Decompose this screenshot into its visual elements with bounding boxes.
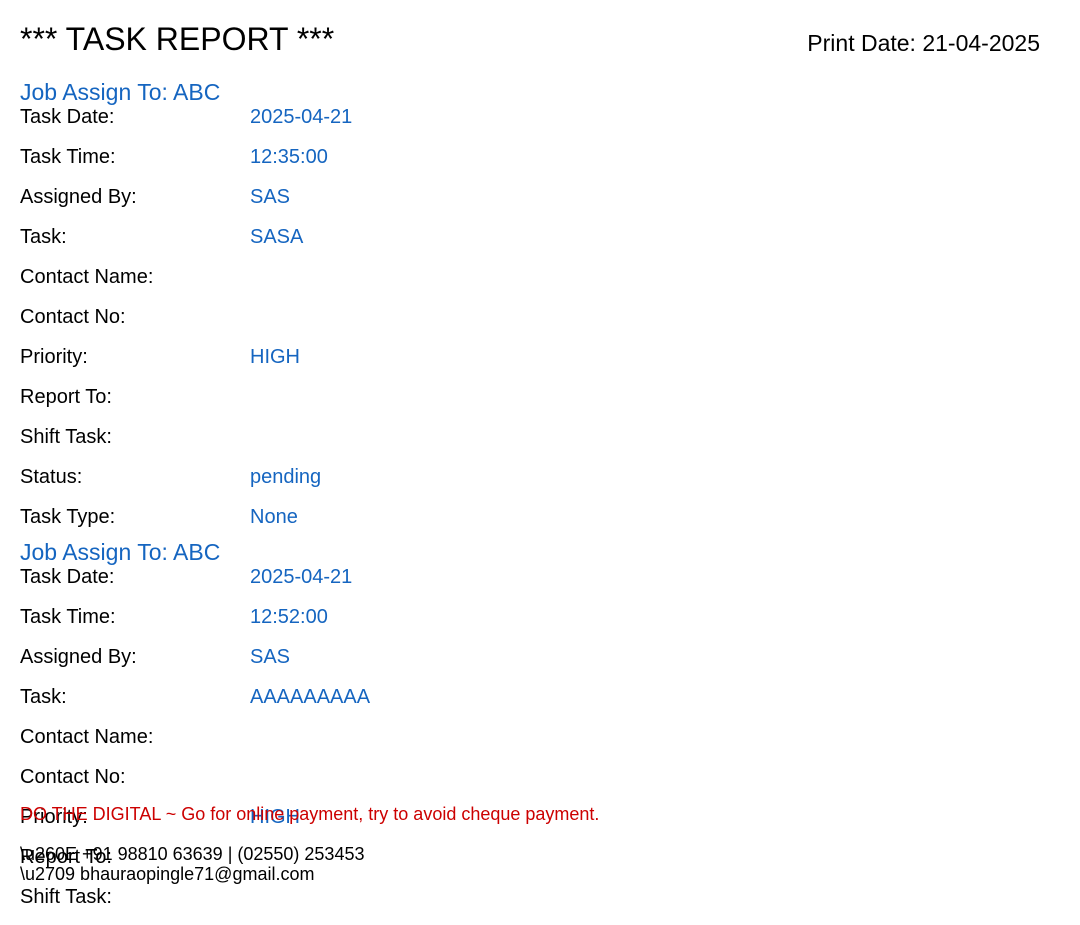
status-row: Status: pending — [20, 465, 720, 505]
task-row: Task: AAAAAAAAA — [20, 685, 720, 725]
task-value: SASA — [250, 226, 304, 248]
status-label: Status: — [20, 466, 83, 488]
task-value: AAAAAAAAA — [250, 686, 371, 708]
priority-row: Priority: HIGH — [20, 345, 720, 385]
assigned-by-row: Assigned By: SAS — [20, 185, 720, 225]
task-date-label: Task Date: — [20, 106, 115, 128]
task-date-row: Task Date: 2025-04-21 — [20, 105, 720, 145]
payment-note: DO THE DIGITAL ~ Go for online payment, … — [20, 804, 600, 824]
assigned-by-value: SAS — [250, 186, 291, 208]
task-time-value: 12:52:00 — [250, 606, 328, 628]
priority-value: HIGH — [250, 346, 300, 368]
page-title: *** TASK REPORT *** — [20, 21, 335, 57]
contact-name-row: Contact Name: — [20, 725, 720, 765]
task-date-label: Task Date: — [20, 566, 115, 588]
contact-no-row: Contact No: — [20, 765, 720, 805]
assigned-by-label: Assigned By: — [20, 646, 137, 668]
task-time-label: Task Time: — [20, 146, 116, 168]
contact-no-label: Contact No: — [20, 306, 126, 328]
job-assign-heading: Job Assign To: ABC — [20, 79, 221, 105]
task-date-value: 2025-04-21 — [250, 566, 353, 588]
task-label: Task: — [20, 226, 67, 248]
assigned-by-row: Assigned By: SAS — [20, 645, 720, 685]
task-type-label: Task Type: — [20, 506, 116, 528]
print-date: Print Date: 21-04-2025 — [807, 30, 1040, 56]
task-time-value: 12:35:00 — [250, 146, 328, 168]
task-time-label: Task Time: — [20, 606, 116, 628]
assigned-by-value: SAS — [250, 646, 291, 668]
task-time-row: Task Time: 12:35:00 — [20, 145, 720, 185]
task-date-value: 2025-04-21 — [250, 106, 353, 128]
footer-phone: \u260E +91 98810 63639 | (02550) 253453 — [20, 844, 365, 864]
task-type-value: None — [250, 506, 298, 528]
contact-no-label: Contact No: — [20, 766, 126, 788]
task-block: Job Assign To: ABC Task Date: 2025-04-21… — [20, 79, 720, 545]
footer-email: \u2709 bhauraopingle71@gmail.com — [20, 864, 315, 884]
status-value: pending — [250, 466, 322, 488]
assigned-by-label: Assigned By: — [20, 186, 137, 208]
priority-label: Priority: — [20, 346, 88, 368]
contact-name-label: Contact Name: — [20, 726, 154, 748]
contact-name-label: Contact Name: — [20, 266, 154, 288]
shift-task-row: Shift Task: — [20, 425, 720, 465]
shift-task-label: Shift Task: — [20, 426, 112, 448]
contact-no-row: Contact No: — [20, 305, 720, 345]
contact-name-row: Contact Name: — [20, 265, 720, 305]
report-to-label: Report To: — [20, 386, 112, 408]
task-date-row: Task Date: 2025-04-21 — [20, 565, 720, 605]
report-to-row: Report To: — [20, 385, 720, 425]
task-label: Task: — [20, 686, 67, 708]
shift-task-row: Shift Task: — [20, 885, 720, 925]
job-assign-heading: Job Assign To: ABC — [20, 539, 221, 565]
task-time-row: Task Time: 12:52:00 — [20, 605, 720, 645]
task-row: Task: SASA — [20, 225, 720, 265]
shift-task-label: Shift Task: — [20, 886, 112, 908]
